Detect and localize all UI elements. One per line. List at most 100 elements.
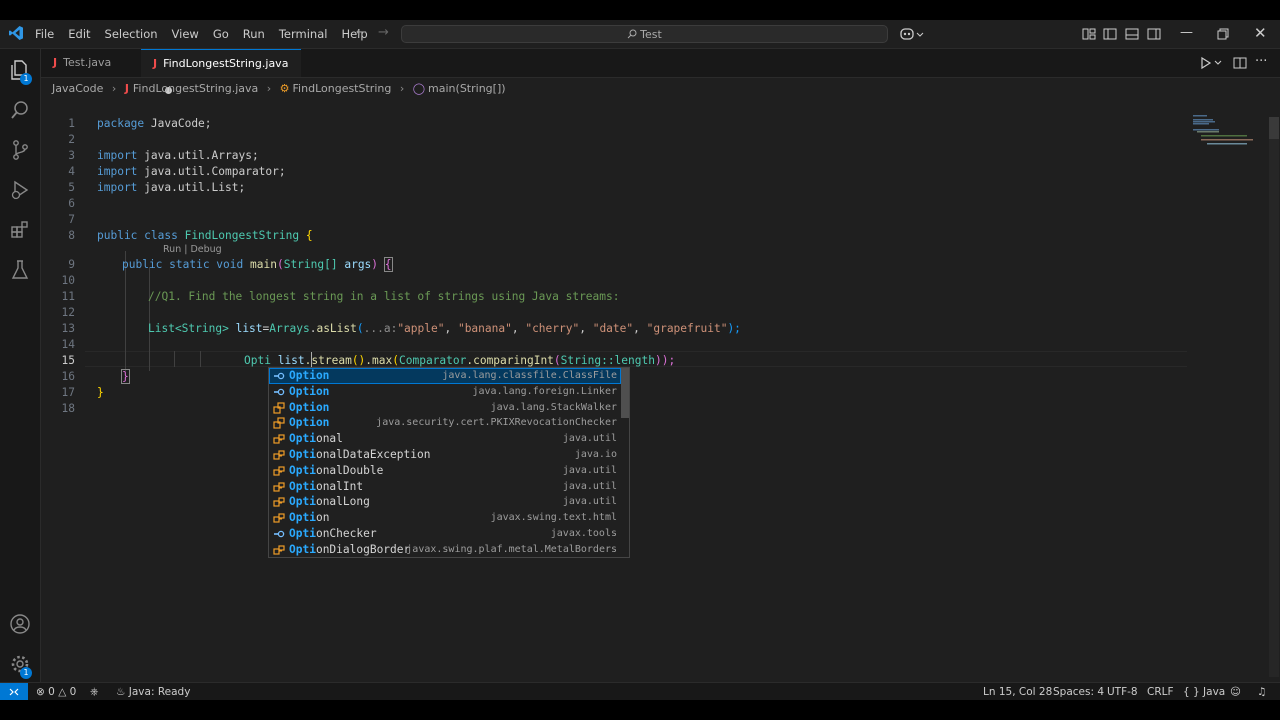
tab-findlongeststring-java[interactable]: J FindLongestString.java <box>141 49 301 94</box>
menu-selection[interactable]: Selection <box>98 20 165 48</box>
customize-layout-icon[interactable] <box>1081 26 1097 42</box>
forward-arrow-icon[interactable]: → <box>378 24 389 42</box>
language-mode[interactable]: { } Java <box>1183 683 1225 700</box>
suggestion-match: Opti <box>289 479 316 493</box>
testing-icon[interactable] <box>8 258 32 282</box>
toggle-panel-icon[interactable] <box>1124 26 1140 42</box>
suggestion-item[interactable]: OptionalDouble java.util <box>269 463 621 479</box>
remote-indicator[interactable] <box>0 683 28 700</box>
menu-view[interactable]: View <box>165 20 206 48</box>
suggestion-rest: onalDataException <box>315 448 431 461</box>
minimap[interactable] <box>1191 115 1261 155</box>
suggestion-item[interactable]: Option java.lang.StackWalker <box>269 400 621 416</box>
tab-test-java[interactable]: J Test.java <box>41 49 141 77</box>
field-icon <box>273 386 285 398</box>
menu-file[interactable]: File <box>28 20 61 48</box>
vertical-scrollbar[interactable] <box>1269 117 1279 677</box>
suggestion-match: Option <box>289 369 330 382</box>
suggestion-label: Option <box>289 368 329 384</box>
run-dropdown-chevron-icon[interactable] <box>1213 55 1223 71</box>
warning-count: 0 <box>69 686 77 698</box>
menu-terminal[interactable]: Terminal <box>272 20 335 48</box>
suggestion-detail: java.util <box>562 480 617 492</box>
error-icon: ⊗ <box>36 686 45 698</box>
cursor-position[interactable]: Ln 15, Col 28 <box>983 683 1052 700</box>
breadcrumb-class[interactable]: FindLongestString <box>293 82 392 95</box>
encoding[interactable]: UTF-8 <box>1107 683 1138 700</box>
extensions-icon[interactable] <box>8 218 32 242</box>
line-number: 3 <box>68 149 75 162</box>
code-text: List<String> list=Arrays.asList(...a:"ap… <box>148 322 741 335</box>
suggestion-item[interactable]: Option java.security.cert.PKIXRevocationC… <box>269 415 621 431</box>
run-debug-icon[interactable] <box>8 178 32 202</box>
suggestion-item[interactable]: OptionalDataException java.io <box>269 447 621 463</box>
scrollbar-thumb[interactable] <box>1269 117 1279 139</box>
copilot-icon[interactable] <box>899 26 925 42</box>
suggestion-detail: javax.tools <box>550 528 617 539</box>
copilot-status-icon[interactable]: ☺ <box>1230 683 1241 700</box>
accounts-icon[interactable] <box>8 612 32 636</box>
run-java-icon[interactable] <box>1198 55 1214 71</box>
field-icon <box>273 370 285 382</box>
line-number: 14 <box>61 338 75 351</box>
autocomplete-suggestions[interactable]: Option java.lang.classfile.ClassFile Optio… <box>268 367 630 558</box>
restore-icon[interactable] <box>1215 26 1231 42</box>
command-center-search[interactable]: Test <box>401 25 888 43</box>
suggestion-detail: java.lang.classfile.ClassFile <box>442 370 617 381</box>
code-text: package JavaCode; <box>97 117 212 130</box>
suggestion-item[interactable]: OptionalLong java.util <box>269 494 621 510</box>
line-number: 10 <box>61 274 75 287</box>
suggestion-item[interactable]: OptionDialogBorder javax.swing.plaf.metal… <box>269 542 621 557</box>
line-number: 8 <box>68 229 75 242</box>
toggle-primary-sidebar-icon[interactable] <box>1102 26 1118 42</box>
breadcrumb-file[interactable]: FindLongestString.java <box>133 82 258 95</box>
indentation[interactable]: Spaces: 4 <box>1053 683 1104 700</box>
suggestion-label: OptionalInt <box>289 479 363 495</box>
split-editor-icon[interactable] <box>1232 55 1248 71</box>
suggestion-label: Option <box>289 415 329 431</box>
code-editor[interactable]: 1 package JavaCode; 2 3 import java.util.A… <box>41 99 1280 682</box>
explorer-badge: 1 <box>20 73 32 85</box>
class-icon <box>273 512 285 524</box>
close-window-icon[interactable]: ✕ <box>1254 24 1267 42</box>
suggestions-scrollbar-thumb[interactable] <box>621 368 629 418</box>
code-line: 8 public class FindLongestString { <box>41 228 1191 244</box>
remote-icon <box>9 688 19 696</box>
end-of-line[interactable]: CRLF <box>1147 683 1174 700</box>
menu-run[interactable]: Run <box>236 20 272 48</box>
menu-edit[interactable]: Edit <box>61 20 97 48</box>
line-number: 2 <box>68 133 75 146</box>
language-text: Java <box>1203 686 1226 698</box>
menu-go[interactable]: Go <box>206 20 236 48</box>
suggestion-item[interactable]: Option java.lang.classfile.ClassFile <box>269 368 621 384</box>
suggestion-item[interactable]: Optional java.util <box>269 431 621 447</box>
code-text: public static void main(String[] args) { <box>122 257 393 272</box>
activity-bar: 1 1 <box>0 49 41 682</box>
suggestion-item[interactable]: Option javax.swing.text.html <box>269 510 621 526</box>
suggestion-match: Opti <box>289 527 316 540</box>
suggestion-match: Opti <box>289 495 316 509</box>
source-control-icon[interactable] <box>8 138 32 162</box>
suggestion-match: Option <box>289 384 330 398</box>
suggestion-item[interactable]: Option java.lang.foreign.Linker <box>269 384 621 400</box>
java-status[interactable]: ♨ Java: Ready <box>116 683 190 700</box>
notifications-bell-icon[interactable]: ♫ <box>1257 683 1266 700</box>
toggle-secondary-sidebar-icon[interactable] <box>1146 26 1162 42</box>
breadcrumb-folder[interactable]: JavaCode <box>52 82 103 95</box>
suggestion-item[interactable]: OptionChecker javax.tools <box>269 526 621 542</box>
problems-indicator[interactable]: ⊗ 0 △ 0 <box>36 683 76 700</box>
more-actions-icon[interactable]: ··· <box>1255 55 1271 71</box>
suggestion-detail: java.lang.foreign.Linker <box>472 385 618 397</box>
line-number: 6 <box>68 197 75 210</box>
minimize-icon[interactable]: — <box>1180 24 1193 42</box>
breadcrumb-method[interactable]: main(String[]) <box>428 82 505 95</box>
search-view-icon[interactable] <box>8 98 32 122</box>
codelens-run-debug[interactable]: Run | Debug <box>163 244 222 256</box>
back-arrow-icon[interactable]: ← <box>356 24 367 42</box>
code-line: 12 <box>41 305 1191 321</box>
code-text: public class FindLongestString { <box>97 229 313 242</box>
suggestion-detail: java.io <box>574 449 617 460</box>
suggestion-item[interactable]: OptionalInt java.util <box>269 479 621 495</box>
ports-icon[interactable]: ⎈ <box>90 683 98 700</box>
menu-help[interactable]: Help <box>334 20 374 48</box>
